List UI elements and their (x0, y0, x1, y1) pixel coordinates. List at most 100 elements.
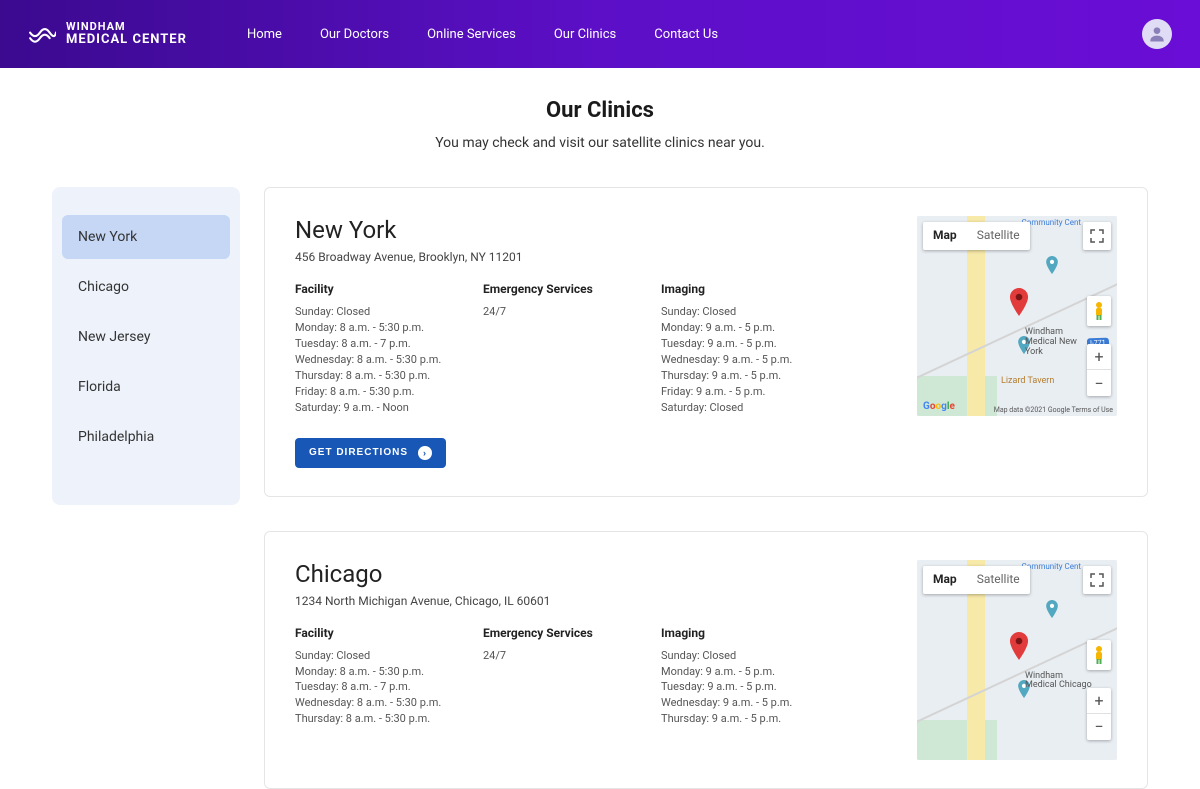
user-avatar[interactable] (1142, 19, 1172, 49)
clinic-list: New York 456 Broadway Avenue, Brooklyn, … (264, 187, 1148, 789)
main-nav: Home Our Doctors Online Services Our Cli… (247, 27, 718, 42)
facility-line: Tuesday: 8 a.m. - 7 p.m. (295, 336, 455, 352)
clinic-sidebar: New York Chicago New Jersey Florida Phil… (52, 187, 240, 505)
map-poi-tavern: Lizard Tavern (1001, 376, 1054, 386)
facility-line: Monday: 8 a.m. - 5:30 p.m. (295, 320, 455, 336)
map-type-toggle: Map Satellite (923, 222, 1030, 250)
page-subtitle: You may check and visit our satellite cl… (0, 135, 1200, 151)
page-title: Our Clinics (0, 98, 1200, 123)
facility-line: Thursday: 8 a.m. - 5:30 p.m. (295, 711, 455, 727)
nav-contact[interactable]: Contact Us (654, 27, 718, 42)
clinic-map[interactable]: Community Cent Map Satellite Windham Med… (917, 560, 1117, 760)
imaging-line: Tuesday: 9 a.m. - 5 p.m. (661, 679, 821, 695)
map-main-pin-icon (1009, 632, 1029, 664)
hours-grid: Facility Sunday: Closed Monday: 8 a.m. -… (295, 626, 893, 728)
pegman-icon (1092, 301, 1106, 321)
facility-heading: Facility (295, 282, 455, 296)
map-zoom-in-button[interactable]: + (1087, 344, 1111, 370)
facility-heading: Facility (295, 626, 455, 640)
map-pegman-button[interactable] (1087, 296, 1111, 326)
fullscreen-icon (1090, 573, 1104, 587)
sidebar-item-new-york[interactable]: New York (62, 215, 230, 259)
sidebar-item-florida[interactable]: Florida (62, 365, 230, 409)
map-type-map[interactable]: Map (923, 566, 967, 594)
map-type-toggle: Map Satellite (923, 566, 1030, 594)
map-google-logo: Google (923, 401, 955, 412)
emergency-hours: Emergency Services 24/7 (483, 282, 633, 416)
map-type-satellite[interactable]: Satellite (967, 566, 1030, 594)
map-clinic-label: Windham Medical New York (1025, 328, 1095, 358)
logo[interactable]: WINDHAM MEDICAL CENTER (28, 20, 187, 48)
map-type-satellite[interactable]: Satellite (967, 222, 1030, 250)
imaging-line: Sunday: Closed (661, 648, 821, 664)
content: New York Chicago New Jersey Florida Phil… (0, 167, 1200, 789)
hours-grid: Facility Sunday: Closed Monday: 8 a.m. -… (295, 282, 893, 416)
imaging-heading: Imaging (661, 626, 821, 640)
imaging-line: Thursday: 9 a.m. - 5 p.m. (661, 368, 821, 384)
imaging-heading: Imaging (661, 282, 821, 296)
emergency-line: 24/7 (483, 304, 633, 320)
imaging-hours: Imaging Sunday: Closed Monday: 9 a.m. - … (661, 282, 821, 416)
map-zoom-out-button[interactable]: − (1087, 370, 1111, 396)
imaging-line: Saturday: Closed (661, 400, 821, 416)
logo-text: WINDHAM MEDICAL CENTER (66, 21, 187, 47)
imaging-line: Friday: 9 a.m. - 5 p.m. (661, 384, 821, 400)
map-fullscreen-button[interactable] (1083, 566, 1111, 594)
map-zoom-in-button[interactable]: + (1087, 688, 1111, 714)
page-head: Our Clinics You may check and visit our … (0, 68, 1200, 167)
map-zoom-controls: + − (1087, 688, 1111, 740)
map-fullscreen-button[interactable] (1083, 222, 1111, 250)
user-icon (1147, 24, 1167, 44)
emergency-hours: Emergency Services 24/7 (483, 626, 633, 728)
nav-our-clinics[interactable]: Our Clinics (554, 27, 616, 42)
facility-line: Wednesday: 8 a.m. - 5:30 p.m. (295, 695, 455, 711)
facility-line: Thursday: 8 a.m. - 5:30 p.m. (295, 368, 455, 384)
nav-online-services[interactable]: Online Services (427, 27, 516, 42)
facility-line: Saturday: 9 a.m. - Noon (295, 400, 455, 416)
imaging-line: Thursday: 9 a.m. - 5 p.m. (661, 711, 821, 727)
emergency-heading: Emergency Services (483, 282, 633, 296)
imaging-line: Monday: 9 a.m. - 5 p.m. (661, 320, 821, 336)
clinic-address: 456 Broadway Avenue, Brooklyn, NY 11201 (295, 250, 893, 264)
brand-line2: MEDICAL CENTER (66, 33, 187, 47)
logo-wave-icon (28, 20, 56, 48)
map-copyright: Map data ©2021 Google Terms of Use (994, 406, 1113, 414)
map-main-pin-icon (1009, 288, 1029, 320)
header: WINDHAM MEDICAL CENTER Home Our Doctors … (0, 0, 1200, 68)
nav-doctors[interactable]: Our Doctors (320, 27, 389, 42)
facility-line: Tuesday: 8 a.m. - 7 p.m. (295, 679, 455, 695)
map-type-map[interactable]: Map (923, 222, 967, 250)
emergency-heading: Emergency Services (483, 626, 633, 640)
map-pegman-button[interactable] (1087, 640, 1111, 670)
map-poi-community: Community Cent (1022, 218, 1081, 227)
nav-home[interactable]: Home (247, 27, 282, 42)
map-poi-community: Community Cent (1022, 562, 1081, 571)
facility-line: Sunday: Closed (295, 648, 455, 664)
clinic-card-chicago: Chicago 1234 North Michigan Avenue, Chic… (264, 531, 1148, 789)
fullscreen-icon (1090, 229, 1104, 243)
facility-line: Sunday: Closed (295, 304, 455, 320)
imaging-line: Wednesday: 9 a.m. - 5 p.m. (661, 352, 821, 368)
directions-label: GET DIRECTIONS (309, 447, 408, 458)
facility-hours: Facility Sunday: Closed Monday: 8 a.m. -… (295, 626, 455, 728)
facility-line: Monday: 8 a.m. - 5:30 p.m. (295, 664, 455, 680)
map-zoom-out-button[interactable]: − (1087, 714, 1111, 740)
emergency-line: 24/7 (483, 648, 633, 664)
facility-line: Friday: 8 a.m. - 5:30 p.m. (295, 384, 455, 400)
get-directions-button[interactable]: GET DIRECTIONS › (295, 438, 446, 468)
facility-hours: Facility Sunday: Closed Monday: 8 a.m. -… (295, 282, 455, 416)
sidebar-item-philadelphia[interactable]: Philadelphia (62, 415, 230, 459)
imaging-hours: Imaging Sunday: Closed Monday: 9 a.m. - … (661, 626, 821, 728)
clinic-address: 1234 North Michigan Avenue, Chicago, IL … (295, 594, 893, 608)
clinic-card-new-york: New York 456 Broadway Avenue, Brooklyn, … (264, 187, 1148, 497)
imaging-line: Wednesday: 9 a.m. - 5 p.m. (661, 695, 821, 711)
sidebar-item-chicago[interactable]: Chicago (62, 265, 230, 309)
imaging-line: Monday: 9 a.m. - 5 p.m. (661, 664, 821, 680)
facility-line: Wednesday: 8 a.m. - 5:30 p.m. (295, 352, 455, 368)
map-poi-pin-icon (1045, 256, 1059, 278)
sidebar-item-new-jersey[interactable]: New Jersey (62, 315, 230, 359)
pegman-icon (1092, 645, 1106, 665)
imaging-line: Tuesday: 9 a.m. - 5 p.m. (661, 336, 821, 352)
clinic-name: Chicago (295, 560, 893, 588)
clinic-map[interactable]: Community Cent Map Satellite Windham Med… (917, 216, 1117, 416)
